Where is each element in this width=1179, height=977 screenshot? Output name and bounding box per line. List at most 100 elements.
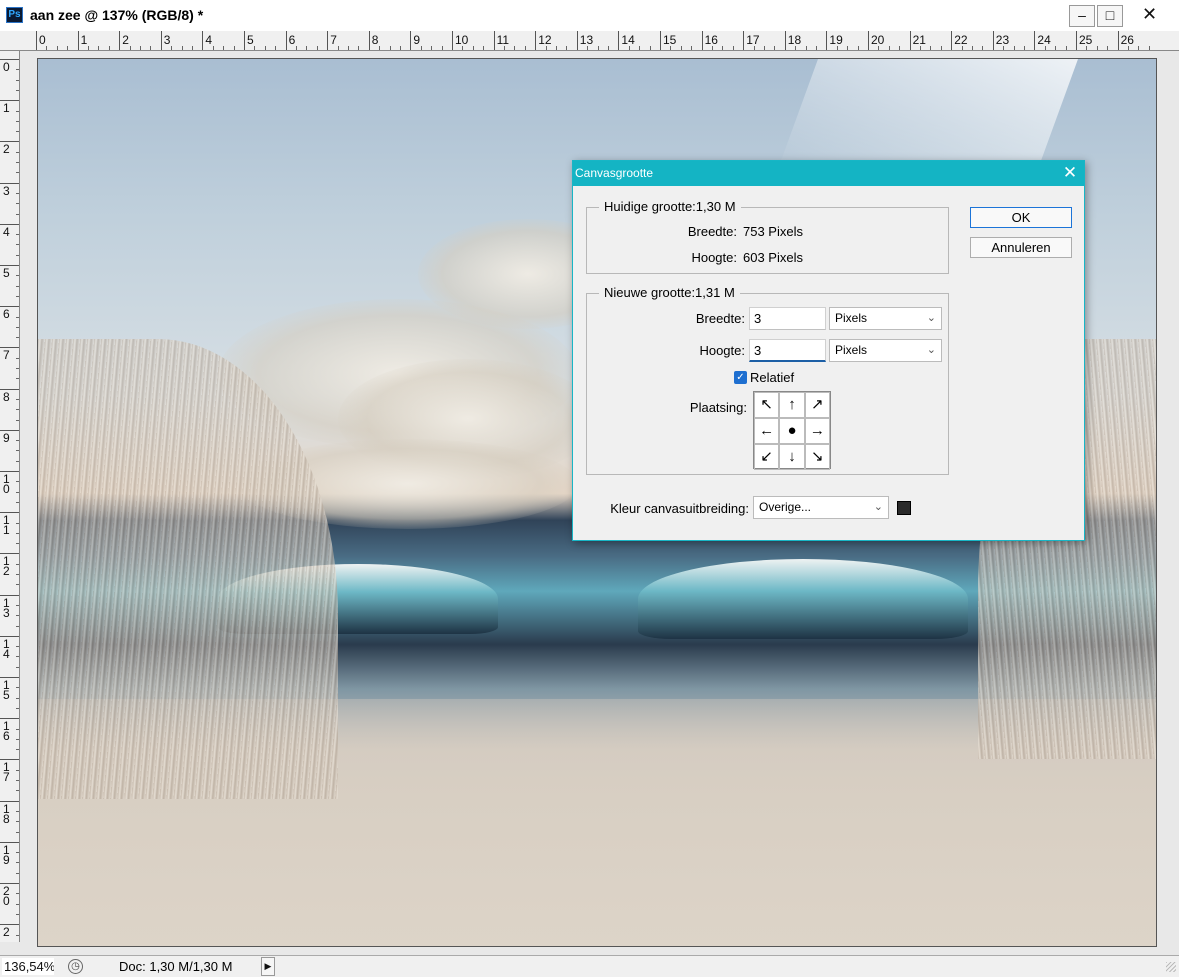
ruler-minor-tick	[181, 46, 183, 50]
close-button[interactable]: ✕	[1127, 5, 1172, 27]
ruler-major-tick	[452, 31, 453, 50]
ruler-major-tick	[535, 31, 537, 50]
ruler-number: 26	[1120, 33, 1134, 47]
cancel-button[interactable]: Annuleren	[970, 237, 1072, 258]
anchor-bottom[interactable]: ↓	[779, 444, 805, 470]
ruler-minor-tick	[264, 46, 266, 50]
dialog-close-icon[interactable]: ✕	[1058, 162, 1082, 184]
zoom-level-field[interactable]: 136,54%	[2, 958, 54, 975]
vertical-ruler[interactable]: 0 1 2 3 4 5 6 7 8 9 1 0 1 1 1 2 1 3 1 4 1 5 1 6 1 7 1 8 1 9…	[0, 51, 20, 942]
ruler-minor-tick	[16, 790, 19, 792]
ruler-minor-tick	[348, 46, 349, 50]
status-menu-arrow[interactable]: ▶	[261, 957, 275, 976]
new-width-input[interactable]	[749, 307, 826, 330]
ok-button[interactable]: OK	[970, 207, 1072, 228]
ruler-number: 2 0	[3, 884, 10, 908]
ruler-number: 1 4	[3, 636, 10, 661]
anchor-top-left[interactable]: ↖	[754, 392, 780, 418]
anchor-center[interactable]: ●	[779, 418, 805, 444]
ruler-major-tick	[119, 31, 121, 50]
ruler-minor-tick	[306, 46, 308, 50]
ruler-major-tick	[992, 31, 994, 50]
ruler-minor-tick	[16, 203, 19, 205]
ruler-minor-tick	[16, 666, 19, 668]
current-height-label: Hoogte:	[691, 250, 737, 265]
ruler-minor-tick	[16, 409, 19, 411]
horizontal-ruler[interactable]: 0 1 2 3 4 5 6 7 8 9 10 11 12 13 14 15 16 17 18 19 20 21 22 23 24…	[0, 31, 1179, 51]
ruler-minor-tick	[587, 46, 589, 50]
canvas-size-dialog[interactable]: Canvasgrootte ✕ Huidige grootte:1,30 M B…	[572, 160, 1085, 541]
dialog-title-bar[interactable]: Canvasgrootte ✕	[573, 161, 1084, 186]
resize-grip-icon[interactable]	[1166, 962, 1176, 972]
ruler-number: 1 8	[3, 801, 10, 826]
ruler-number: 21	[912, 33, 926, 47]
ruler-number: 14	[621, 33, 635, 47]
ruler-number: 1 5	[3, 678, 10, 702]
height-unit-select[interactable]: Pixels ⌄	[829, 339, 942, 362]
ruler-number: 0	[39, 33, 46, 47]
ruler-minor-tick	[670, 46, 672, 50]
ruler-number: 10	[455, 33, 469, 47]
anchor-left[interactable]: ←	[754, 418, 780, 444]
ruler-major-tick	[660, 31, 661, 50]
minimize-button[interactable]: –	[1069, 5, 1095, 27]
current-size-legend: Huidige grootte:1,30 M	[599, 199, 741, 214]
ruler-minor-tick	[16, 893, 19, 895]
anchor-bottom-right[interactable]: ↘	[804, 444, 830, 470]
ruler-major-tick	[743, 31, 745, 50]
ruler-minor-tick	[16, 234, 19, 236]
ruler-minor-tick	[680, 46, 682, 50]
new-height-input[interactable]	[749, 339, 826, 362]
ruler-minor-tick	[16, 398, 19, 400]
dialog-title: Canvasgrootte	[575, 166, 654, 180]
ruler-minor-tick	[16, 810, 19, 812]
ruler-minor-tick	[972, 46, 973, 50]
ruler-number: 1 6	[3, 719, 10, 744]
ruler-minor-tick	[431, 46, 433, 50]
chevron-down-icon: ⌄	[926, 344, 936, 356]
extension-color-select[interactable]: Overige... ⌄	[753, 496, 889, 519]
ruler-number: 2	[122, 33, 129, 47]
ruler-minor-tick	[16, 543, 19, 545]
ruler-major-tick	[244, 31, 245, 50]
ruler-minor-tick	[16, 532, 19, 534]
ruler-major-tick	[1034, 31, 1036, 50]
maximize-button[interactable]: □	[1097, 5, 1123, 27]
ruler-number: 12	[538, 33, 552, 47]
ruler-minor-tick	[275, 46, 277, 50]
ruler-minor-tick	[358, 46, 360, 50]
ruler-number: 16	[704, 33, 718, 47]
width-unit-select[interactable]: Pixels ⌄	[829, 307, 942, 330]
ruler-minor-tick	[46, 46, 48, 50]
clock-icon[interactable]: ◷	[68, 959, 83, 974]
anchor-right[interactable]: →	[804, 418, 830, 444]
ruler-number: 4	[205, 33, 213, 47]
ruler-minor-tick	[129, 46, 131, 50]
ruler-minor-tick	[16, 934, 19, 936]
ruler-minor-tick	[16, 172, 19, 174]
ruler-minor-tick	[420, 46, 422, 50]
ruler-minor-tick	[16, 821, 19, 823]
ruler-minor-tick	[545, 46, 547, 50]
ruler-minor-tick	[1138, 46, 1140, 50]
extension-color-swatch[interactable]	[897, 501, 911, 515]
ruler-minor-tick	[1013, 46, 1015, 50]
new-width-label: Breedte:	[695, 311, 745, 326]
ruler-minor-tick	[16, 110, 19, 112]
anchor-top[interactable]: ↑	[779, 392, 805, 418]
relative-label[interactable]: Relatief	[750, 370, 794, 385]
ruler-major-tick	[493, 31, 495, 50]
ruler-minor-tick	[16, 501, 19, 503]
ruler-minor-tick	[16, 903, 19, 905]
anchor-bottom-left[interactable]: ↙	[754, 444, 780, 470]
ruler-number: 1 9	[3, 842, 10, 867]
ruler-minor-tick	[795, 46, 797, 50]
anchor-top-right[interactable]: ↗	[804, 392, 830, 418]
relative-checkbox[interactable]: ✓	[734, 371, 747, 384]
ruler-minor-tick	[1096, 46, 1098, 50]
ruler-minor-tick	[16, 738, 19, 740]
ruler-minor-tick	[296, 46, 297, 50]
ruler-number: 18	[787, 33, 802, 47]
ruler-minor-tick	[16, 120, 19, 122]
anchor-grid[interactable]: ↖ ↑ ↗ ← ● → ↙ ↓ ↘	[753, 391, 831, 470]
